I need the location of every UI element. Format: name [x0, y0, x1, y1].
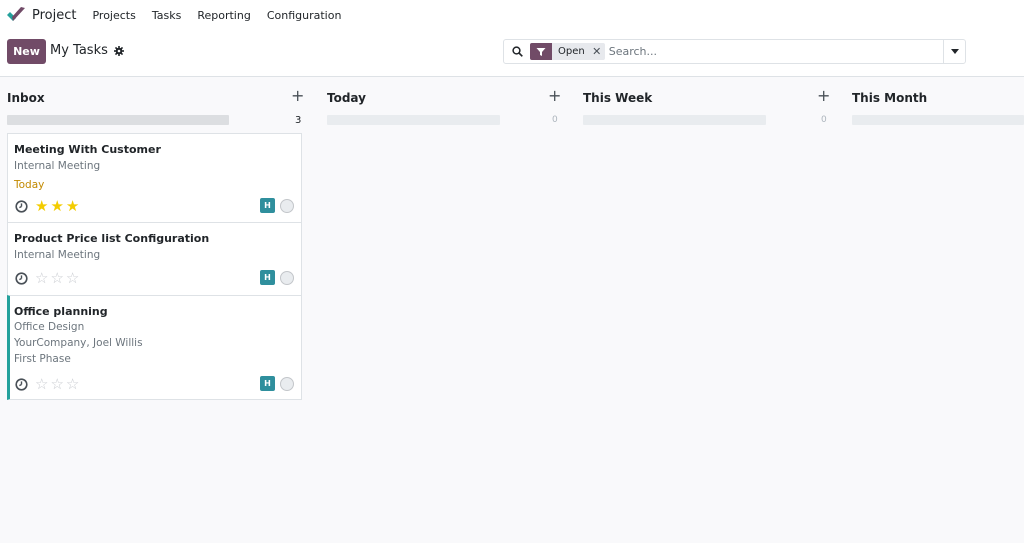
status-indicator[interactable] [280, 271, 294, 285]
filter-facet: Open ✕ [530, 43, 605, 60]
search-input[interactable] [608, 45, 929, 58]
star-icon[interactable]: ★ [35, 198, 48, 214]
facet-value: Open [558, 46, 585, 57]
top-navbar: Project Projects Tasks Reporting Configu… [0, 0, 1024, 30]
progress-bar [7, 115, 229, 125]
card-project: Internal Meeting [14, 160, 101, 172]
add-task-icon[interactable]: + [548, 86, 561, 105]
star-icon[interactable]: ★ [50, 198, 63, 214]
app-name: Project [32, 7, 77, 23]
priority-stars: ★ ★ ★ [35, 198, 81, 214]
kanban-column-this-month: This Month [852, 77, 1024, 128]
add-task-icon[interactable]: + [291, 86, 304, 105]
progress-bar [852, 115, 1024, 125]
app-brand[interactable]: Project [6, 6, 76, 24]
star-icon[interactable]: ★ [66, 198, 79, 214]
kanban-card[interactable]: Office planning Office Design YourCompan… [7, 295, 302, 400]
main-menu: Projects Tasks Reporting Configuration [84, 9, 349, 22]
card-project: Internal Meeting [14, 249, 101, 261]
star-icon[interactable]: ☆ [50, 376, 63, 392]
kanban-card[interactable]: Product Price list Configuration Interna… [7, 222, 302, 296]
new-button[interactable]: New [7, 39, 46, 64]
column-progress: 0 [583, 115, 831, 128]
status-indicator[interactable] [280, 199, 294, 213]
filter-icon [530, 43, 552, 60]
status-indicator[interactable] [280, 377, 294, 391]
menu-projects[interactable]: Projects [84, 9, 143, 22]
kanban-column-today: Today + 0 [327, 77, 563, 128]
column-header: Inbox + [7, 77, 304, 115]
add-task-icon[interactable]: + [817, 86, 830, 105]
card-project: Office Design [14, 321, 85, 333]
column-progress: 3 [7, 115, 303, 128]
kanban-column-inbox: Inbox + 3 [7, 77, 304, 128]
star-icon[interactable]: ☆ [35, 270, 48, 286]
assignee-avatar[interactable]: H [260, 376, 275, 391]
priority-stars: ☆ ☆ ☆ [35, 270, 81, 286]
card-customer: YourCompany, Joel Willis [14, 337, 143, 349]
column-title: This Month [852, 91, 928, 105]
card-milestone: First Phase [14, 353, 71, 365]
caret-down-icon [950, 49, 959, 54]
menu-reporting[interactable]: Reporting [189, 9, 258, 22]
gear-icon[interactable] [113, 45, 124, 56]
star-icon[interactable]: ☆ [66, 376, 79, 392]
kanban-board: Inbox + 3 Today + 0 This Week + 0 This M… [0, 77, 1024, 543]
search-icon[interactable] [512, 46, 523, 57]
clock-icon[interactable] [15, 199, 28, 213]
star-icon[interactable]: ☆ [35, 376, 48, 392]
column-header: This Month [852, 77, 1024, 115]
card-deadline: Today [14, 179, 45, 191]
assignee-avatar[interactable]: H [260, 198, 275, 213]
page-title: My Tasks [50, 43, 108, 58]
menu-tasks[interactable]: Tasks [144, 9, 189, 22]
card-footer: ☆ ☆ ☆ [15, 270, 81, 286]
search-options-toggle[interactable] [943, 40, 965, 63]
column-header: This Week + [583, 77, 831, 115]
column-title: Inbox [7, 91, 45, 105]
menu-configuration[interactable]: Configuration [259, 9, 350, 22]
priority-stars: ☆ ☆ ☆ [35, 376, 81, 392]
column-count: 0 [821, 115, 827, 125]
control-panel: New My Tasks Open ✕ [0, 30, 1024, 77]
progress-bar [583, 115, 766, 125]
search-box: Open ✕ [503, 39, 966, 64]
card-title: Meeting With Customer [14, 143, 161, 156]
clock-icon[interactable] [15, 377, 28, 391]
remove-facet-icon[interactable]: ✕ [591, 43, 603, 60]
column-count: 0 [552, 115, 558, 125]
assignee-avatar[interactable]: H [260, 270, 275, 285]
kanban-card[interactable]: Meeting With Customer Internal Meeting T… [7, 133, 302, 223]
column-progress [852, 115, 1024, 128]
card-footer: ★ ★ ★ [15, 198, 81, 214]
card-footer: ☆ ☆ ☆ [15, 376, 81, 392]
kanban-column-this-week: This Week + 0 [583, 77, 831, 128]
card-title: Product Price list Configuration [14, 232, 210, 245]
column-title: Today [327, 91, 366, 105]
progress-bar [327, 115, 500, 125]
project-logo-icon [7, 7, 25, 21]
column-progress: 0 [327, 115, 563, 128]
star-icon[interactable]: ☆ [50, 270, 63, 286]
column-count: 3 [295, 115, 302, 126]
card-title: Office planning [14, 305, 108, 318]
breadcrumb: My Tasks [50, 43, 124, 58]
clock-icon[interactable] [15, 271, 28, 285]
column-title: This Week [583, 91, 653, 105]
column-header: Today + [327, 77, 563, 115]
star-icon[interactable]: ☆ [66, 270, 79, 286]
